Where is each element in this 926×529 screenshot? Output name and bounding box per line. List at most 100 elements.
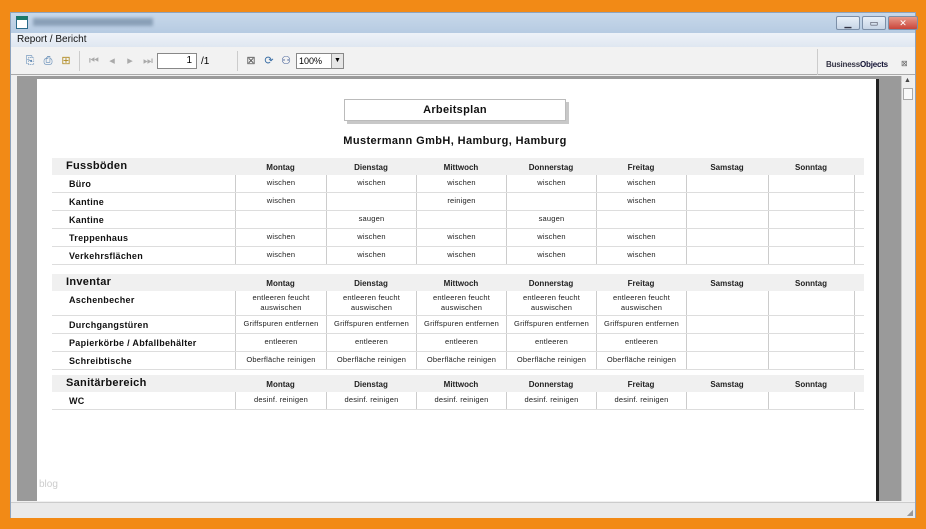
task-cell: wischen (235, 247, 326, 264)
task-cell (768, 352, 854, 369)
stop-icon[interactable]: ⊠ (244, 54, 258, 68)
day-header: Donnerstag (528, 380, 574, 389)
maximize-button[interactable]: ▭ (862, 16, 886, 30)
task-cell: wischen (326, 175, 416, 192)
toolbar-close-icon[interactable]: ⊠ (901, 59, 908, 68)
task-cell (768, 211, 854, 228)
section-header: Fussböden Montag Dienstag Mittwoch Donnersta… (52, 158, 864, 175)
task-cell (768, 229, 854, 246)
task-cell: wischen (596, 193, 686, 210)
table-row: Büro wischen wischen wischen wischen wischen (52, 175, 864, 193)
resize-grip-icon: ◢ (906, 508, 913, 517)
day-header: Montag (266, 163, 295, 172)
task-cell: entleeren feucht auswischen (326, 291, 416, 315)
report-window: ▁ ▭ ✕ Report / Bericht ⎘ ⎙ ⊞ ⏮ ◂ ▸ ⏭ 1 /… (10, 12, 918, 518)
scroll-thumb[interactable] (903, 88, 913, 100)
task-cell: wischen (596, 175, 686, 192)
task-cell: desinf. reinigen (416, 392, 506, 409)
task-cell: Griffspuren entfernen (326, 316, 416, 333)
table-row: Durchgangstüren Griffspuren entfernen Grif… (52, 316, 864, 334)
task-cell (506, 193, 596, 210)
minimize-button[interactable]: ▁ (836, 16, 860, 30)
task-cell: wischen (506, 175, 596, 192)
section-1: Inventar Montag Dienstag Mittwoch Donnerstag… (52, 274, 864, 370)
first-page-icon[interactable]: ⏮ (87, 54, 101, 68)
scroll-up-icon: ▲ (904, 77, 911, 84)
task-cell: wischen (506, 247, 596, 264)
title-bar: ▁ ▭ ✕ (11, 13, 918, 33)
table-row: Verkehrsflächen wischen wischen wischen wisc… (52, 247, 864, 265)
refresh-icon[interactable]: ⟳ (262, 54, 276, 68)
task-cell: wischen (416, 229, 506, 246)
businessobjects-logo: BusinessObjects (826, 60, 888, 69)
day-header: Mittwoch (443, 163, 479, 172)
watermark: blog (39, 479, 58, 490)
group-tree-icon[interactable]: ⊞ (59, 54, 73, 68)
task-cell: wischen (235, 229, 326, 246)
zoom-select[interactable]: 100% ▼ (296, 53, 344, 69)
day-header: Sonntag (795, 279, 827, 288)
task-cell (686, 247, 768, 264)
page-number-input[interactable]: 1 (157, 53, 197, 69)
task-cell: entleeren (596, 334, 686, 351)
task-cell (686, 316, 768, 333)
task-cell: Oberfläche reinigen (506, 352, 596, 369)
task-cell: entleeren (416, 334, 506, 351)
task-cell: wischen (596, 247, 686, 264)
close-button[interactable]: ✕ (888, 16, 918, 30)
task-cell (768, 291, 854, 315)
row-label: Aschenbecher (69, 295, 135, 305)
task-cell: desinf. reinigen (506, 392, 596, 409)
print-icon[interactable]: ⎙ (41, 54, 55, 68)
row-label: Papierkörbe / Abfallbehälter (69, 338, 197, 348)
task-cell: reinigen (416, 193, 506, 210)
task-cell: Griffspuren entfernen (506, 316, 596, 333)
task-cell: wischen (416, 247, 506, 264)
section-header: Sanitärbereich Montag Dienstag Mittwoch Donn… (52, 375, 864, 392)
day-header: Montag (266, 380, 295, 389)
task-cell: desinf. reinigen (596, 392, 686, 409)
task-cell: wischen (326, 247, 416, 264)
task-cell (768, 193, 854, 210)
task-cell: wischen (416, 175, 506, 192)
day-header: Montag (266, 279, 295, 288)
day-header: Samstag (710, 380, 744, 389)
day-header: Donnerstag (528, 279, 574, 288)
day-header: Dienstag (354, 279, 388, 288)
row-label: Kantine (69, 215, 105, 225)
task-cell (768, 247, 854, 264)
prev-page-icon[interactable]: ◂ (105, 54, 119, 68)
task-cell: desinf. reinigen (326, 392, 416, 409)
task-cell: saugen (326, 211, 416, 228)
task-cell: wischen (235, 175, 326, 192)
day-header: Freitag (627, 279, 655, 288)
section-0: Fussböden Montag Dienstag Mittwoch Donnersta… (52, 158, 864, 265)
last-page-icon[interactable]: ⏭ (141, 54, 155, 68)
next-page-icon[interactable]: ▸ (123, 54, 137, 68)
task-cell (235, 211, 326, 228)
task-cell (326, 193, 416, 210)
menu-report[interactable]: Report / Bericht (17, 34, 86, 45)
search-binoculars-icon[interactable]: ⚇ (279, 54, 293, 68)
day-header: Freitag (627, 163, 655, 172)
day-header: Samstag (710, 163, 744, 172)
task-cell: wischen (235, 193, 326, 210)
task-cell: entleeren feucht auswischen (235, 291, 326, 315)
day-header: Dienstag (354, 380, 388, 389)
task-cell: Griffspuren entfernen (235, 316, 326, 333)
task-cell: Oberfläche reinigen (326, 352, 416, 369)
vertical-scrollbar[interactable]: ▲ (901, 76, 913, 501)
task-cell: entleeren feucht auswischen (596, 291, 686, 315)
task-cell (686, 193, 768, 210)
task-cell: Griffspuren entfernen (596, 316, 686, 333)
task-cell (596, 211, 686, 228)
task-cell (768, 334, 854, 351)
zoom-value: 100% (299, 56, 323, 66)
task-cell: desinf. reinigen (235, 392, 326, 409)
table-row: WC desinf. reinigen desinf. reinigen desinf… (52, 392, 864, 410)
row-label: Treppenhaus (69, 233, 129, 243)
export-icon[interactable]: ⎘ (23, 54, 37, 68)
section-2: Sanitärbereich Montag Dienstag Mittwoch Donn… (52, 375, 864, 410)
chevron-down-icon: ▼ (331, 54, 343, 68)
app-icon (16, 16, 28, 29)
